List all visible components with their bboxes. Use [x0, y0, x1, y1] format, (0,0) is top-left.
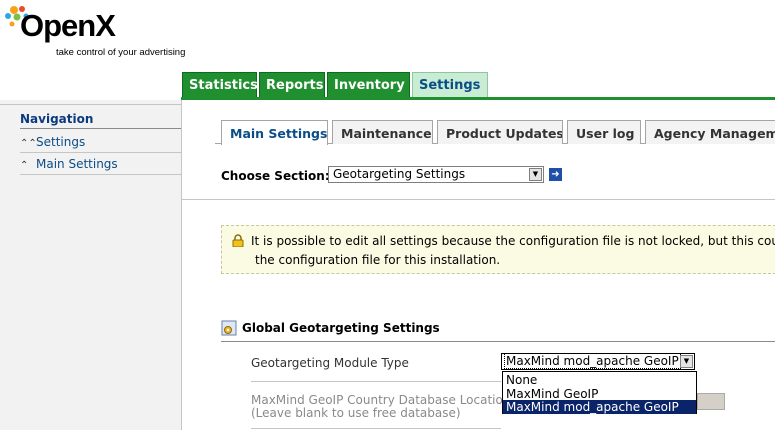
section-divider — [181, 199, 775, 200]
subtab-main-settings[interactable]: Main Settings — [221, 120, 328, 145]
sidebar-top-rule — [0, 104, 181, 105]
settings-gear-icon — [221, 320, 237, 336]
chevron-down-icon[interactable]: ▼ — [680, 355, 693, 368]
module-type-label: Geotargeting Module Type — [251, 356, 409, 370]
sidebar-item-main-settings[interactable]: ⌃ Main Settings — [20, 154, 181, 174]
global-geotargeting-title: Global Geotargeting Settings — [242, 321, 440, 335]
module-type-value: MaxMind mod_apache GeoIP — [504, 353, 681, 369]
tab-bar-underline — [181, 97, 775, 100]
warning-text-line2: the configuration file for this installa… — [255, 253, 501, 267]
go-arrow-icon[interactable]: ➜ — [549, 168, 562, 181]
sidebar-item-settings[interactable]: ⌃⌃Settings — [20, 132, 181, 152]
choose-section-select[interactable]: Geotargeting Settings ▼ — [328, 166, 544, 183]
sidebar-item-label: Settings — [36, 135, 86, 149]
sidebar-item-label: Main Settings — [36, 157, 118, 171]
subtab-agency-management[interactable]: Agency Manageme — [645, 120, 775, 144]
global-settings-rule — [221, 341, 775, 342]
tab-settings[interactable]: Settings — [412, 72, 488, 97]
sidebar-separator — [20, 152, 181, 153]
module-type-dropdown-list: None MaxMind GeoIP MaxMind mod_apache Ge… — [502, 371, 697, 414]
logo-tagline: take control of your advertising — [56, 47, 186, 58]
subtab-product-updates[interactable]: Product Updates — [437, 120, 563, 144]
double-chevron-up-icon: ⌃⌃ — [20, 138, 37, 149]
sidebar-separator — [20, 174, 181, 175]
tab-inventory[interactable]: Inventory — [327, 72, 410, 97]
db-location-label: MaxMind GeoIP Country Database Location — [251, 393, 511, 407]
row-separator — [251, 381, 501, 382]
option-maxmind-mod-apache-geoip[interactable]: MaxMind mod_apache GeoIP — [503, 400, 696, 414]
warning-text-line1: It is possible to edit all settings beca… — [251, 234, 775, 248]
db-location-input[interactable] — [697, 393, 725, 410]
choose-section-value: Geotargeting Settings — [333, 167, 466, 181]
subtab-user-log[interactable]: User log — [567, 120, 641, 144]
tab-statistics[interactable]: Statistics — [182, 72, 258, 97]
navigation-title-rule — [20, 128, 181, 129]
module-type-select[interactable]: MaxMind mod_apache GeoIP ▼ — [501, 353, 695, 370]
chevron-down-icon[interactable]: ▼ — [529, 168, 542, 181]
row-separator — [251, 428, 501, 429]
lock-icon — [232, 234, 244, 247]
db-location-hint: (Leave blank to use free database) — [251, 406, 461, 420]
subtab-maintenance[interactable]: Maintenance — [332, 120, 433, 144]
tab-reports[interactable]: Reports — [259, 72, 325, 97]
choose-section-label: Choose Section: — [221, 169, 330, 183]
chevron-up-icon: ⌃ — [20, 160, 29, 171]
option-maxmind-geoip[interactable]: MaxMind GeoIP — [503, 387, 696, 401]
navigation-title: Navigation — [20, 112, 94, 126]
option-none[interactable]: None — [503, 373, 696, 387]
logo-wordmark: OpenX — [20, 8, 116, 43]
